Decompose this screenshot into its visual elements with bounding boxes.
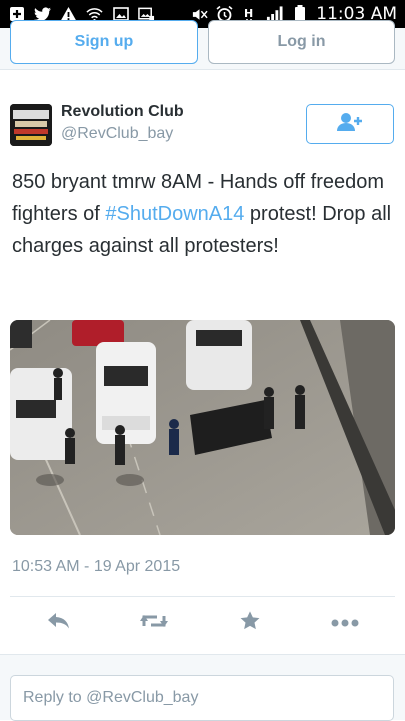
sign-up-button[interactable]: Sign up: [10, 20, 198, 64]
favorite-button[interactable]: [235, 608, 265, 638]
more-button[interactable]: [330, 608, 360, 638]
reply-icon: [46, 611, 72, 636]
mute-icon: [191, 7, 208, 22]
follow-button[interactable]: [306, 104, 394, 144]
divider: [10, 596, 395, 597]
hashtag-link[interactable]: #ShutDownA14: [105, 203, 244, 225]
user-handle[interactable]: @RevClub_bay: [61, 125, 173, 143]
tweet-timestamp: 10:53 AM - 19 Apr 2015: [12, 558, 181, 575]
display-name[interactable]: Revolution Club: [61, 103, 184, 121]
add-user-icon: [337, 112, 363, 137]
svg-text:H: H: [244, 7, 253, 20]
tweet-actions: [0, 608, 405, 648]
more-icon: [331, 614, 359, 632]
log-in-button[interactable]: Log in: [208, 20, 395, 64]
avatar[interactable]: [10, 104, 52, 146]
reply-button[interactable]: [44, 608, 74, 638]
retweet-button[interactable]: [139, 608, 169, 638]
tweet-photo[interactable]: [10, 320, 395, 535]
auth-bar: Sign up Log in: [0, 20, 405, 70]
tweet-text: 850 bryant tmrw 8AM - Hands off freedom …: [12, 166, 392, 262]
reply-area: [0, 654, 405, 721]
retweet-icon: [139, 611, 169, 636]
favorite-icon: [239, 610, 261, 637]
reply-input[interactable]: [10, 675, 394, 721]
